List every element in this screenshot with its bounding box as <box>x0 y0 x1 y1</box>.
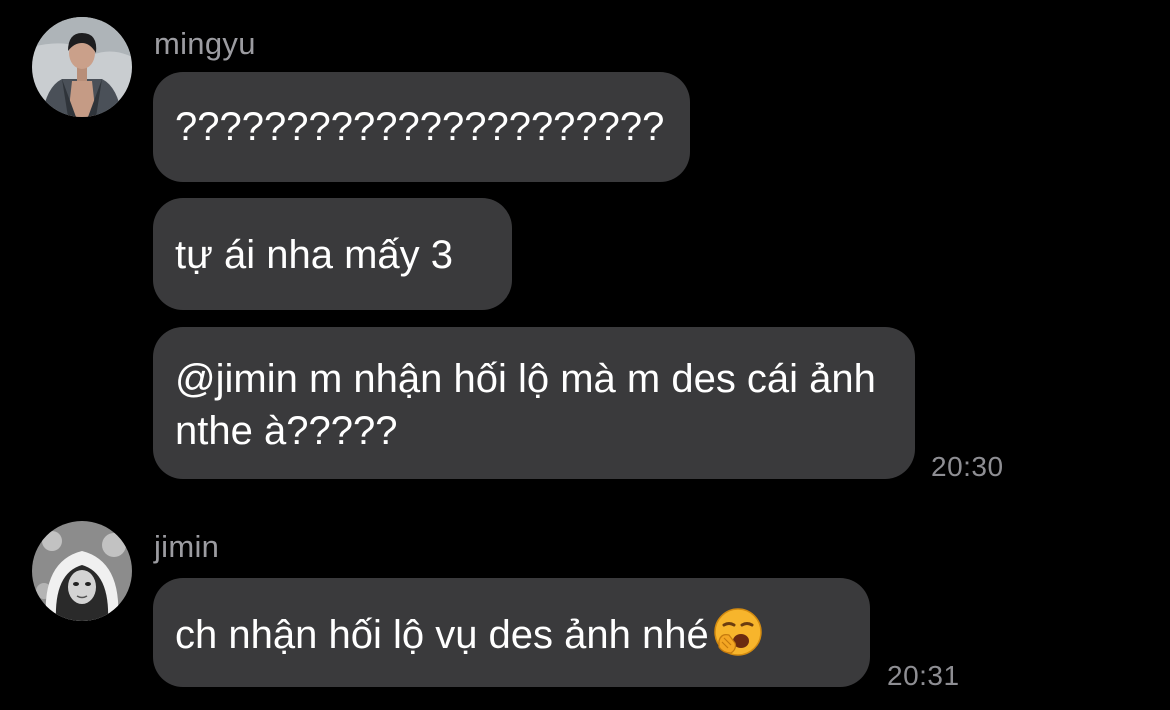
sender-name: jimin <box>154 529 220 564</box>
avatar-jimin[interactable] <box>32 521 132 621</box>
message-bubble[interactable]: tự ái nha mấy 3 <box>153 198 512 310</box>
message-text: tự ái nha mấy 3 <box>175 233 454 277</box>
message-text: ch nhận hối lộ vụ des ảnh nhé <box>175 613 709 657</box>
person-photo-avatar-icon <box>32 521 132 621</box>
avatar-mingyu[interactable] <box>32 17 132 117</box>
yawning-face-emoji-icon <box>713 607 763 657</box>
message-bubble[interactable]: ch nhận hối lộ vụ des ảnh nhé <box>153 578 870 687</box>
message-text: ?????????????????????? <box>175 105 665 149</box>
message-timestamp: 20:30 <box>931 451 1004 482</box>
chat-thread: mingyu ?????????????????????? tự ái nha … <box>0 0 1170 710</box>
message-timestamp: 20:31 <box>887 660 960 691</box>
person-photo-avatar-icon <box>32 17 132 117</box>
message-bubble[interactable]: ?????????????????????? <box>153 72 690 182</box>
message-bubble[interactable]: @jimin m nhận hối lộ mà m des cái ảnh nt… <box>153 327 915 479</box>
message-text: @jimin m nhận hối lộ mà m des cái ảnh nt… <box>175 357 876 453</box>
sender-name: mingyu <box>154 26 256 61</box>
